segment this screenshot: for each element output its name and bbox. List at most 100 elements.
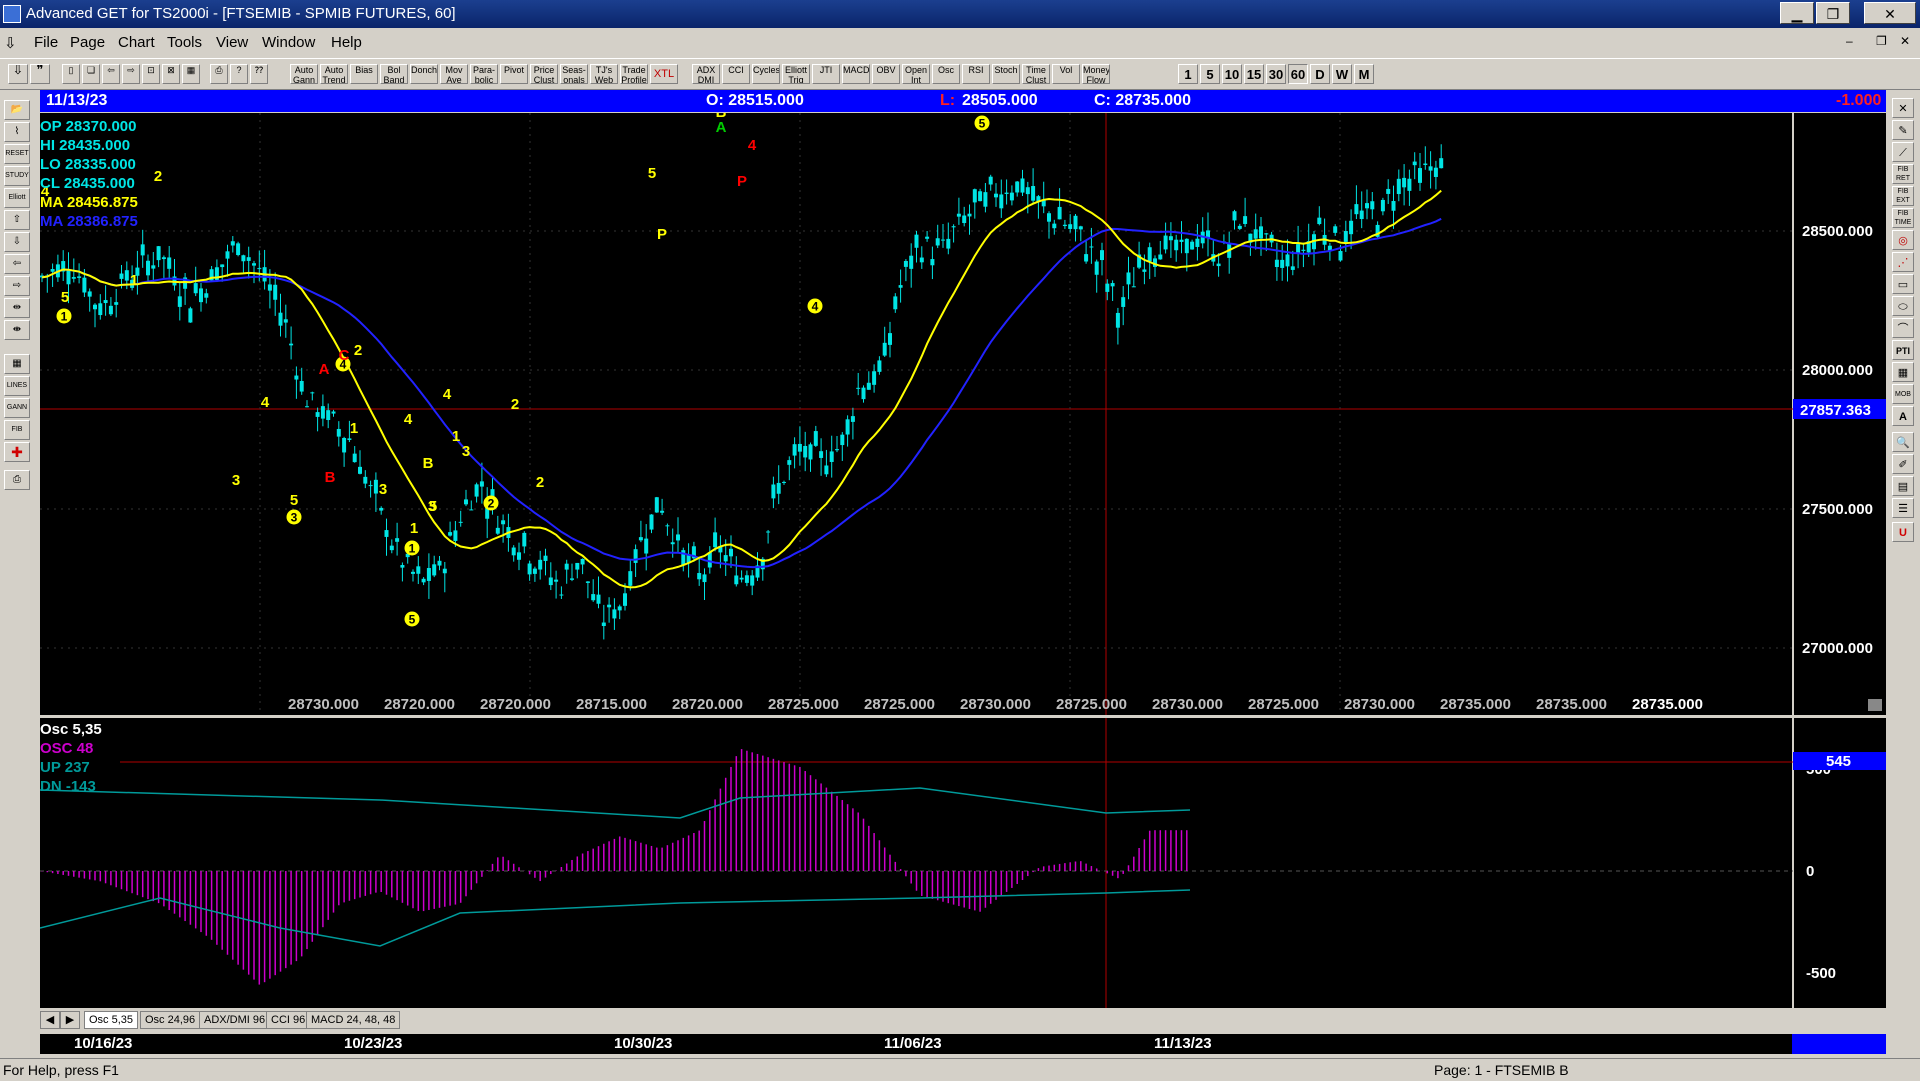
pti-icon[interactable]: PTI xyxy=(1892,340,1914,360)
u-icon[interactable]: U xyxy=(1892,522,1914,542)
menu-view[interactable]: View xyxy=(216,34,248,51)
expand-icon[interactable]: ⊡ xyxy=(142,64,160,84)
mdi-minimize-button[interactable]: – xyxy=(1846,34,1853,48)
rsi-button[interactable]: RSI xyxy=(962,64,990,84)
seasonals-button[interactable]: Seas-onals xyxy=(560,64,588,84)
quote-icon[interactable]: ❞ xyxy=(30,64,50,84)
menu-page[interactable]: Page xyxy=(70,34,105,51)
bol-band-button[interactable]: Bol Band xyxy=(380,64,408,84)
timeframe-10[interactable]: 10 xyxy=(1222,64,1242,84)
tab-scroll-left[interactable]: ◀ xyxy=(40,1011,60,1029)
mdi-close-button[interactable]: ✕ xyxy=(1900,34,1910,48)
elliott-trig-button[interactable]: Elliott Trig xyxy=(782,64,810,84)
lines-icon[interactable]: LINES xyxy=(4,376,30,396)
timeframe-5[interactable]: 5 xyxy=(1200,64,1220,84)
arrow-icon[interactable]: ⇩ xyxy=(8,64,28,84)
text-icon[interactable]: A xyxy=(1892,406,1914,426)
price-clust-button[interactable]: Price Clust xyxy=(530,64,558,84)
fan-icon[interactable]: ⋰ xyxy=(1892,252,1914,272)
menu-tools[interactable]: Tools xyxy=(167,34,202,51)
tjs-web-button[interactable]: TJ's Web xyxy=(590,64,618,84)
cycles-button[interactable]: Cycles xyxy=(752,64,780,84)
tab-adx-dmi-96[interactable]: ADX/DMI 96 xyxy=(199,1011,271,1029)
menu-help[interactable]: Help xyxy=(331,34,362,51)
back-icon[interactable]: ⇦ xyxy=(102,64,120,84)
money-flow-button[interactable]: Money Flow xyxy=(1082,64,1110,84)
circle-icon[interactable]: ◎ xyxy=(1892,230,1914,250)
help-pointer-icon[interactable]: ⁇ xyxy=(250,64,268,84)
xtl-button[interactable]: XTL xyxy=(650,64,678,84)
reset-icon[interactable]: RESET xyxy=(4,144,30,164)
timeframe-60[interactable]: 60 xyxy=(1288,64,1308,84)
forward-icon[interactable]: ⇨ xyxy=(122,64,140,84)
box-icon[interactable]: ▭ xyxy=(1892,274,1914,294)
bias-button[interactable]: Bias xyxy=(350,64,378,84)
help-icon[interactable]: ? xyxy=(230,64,248,84)
tab-osc-24-96[interactable]: Osc 24,96 xyxy=(140,1011,201,1029)
print-icon[interactable]: ⎙ xyxy=(4,470,30,490)
zoom-in-icon[interactable]: ⇹ xyxy=(4,298,30,318)
tab-cci-96[interactable]: CCI 96 xyxy=(266,1011,311,1029)
auto-trend-button[interactable]: Auto Trend xyxy=(320,64,348,84)
oscillator-pane[interactable]: 500 0 -500 545 Osc 5,35 OSC 48 UP 237 DN… xyxy=(39,718,1886,1008)
timeframe-1[interactable]: 1 xyxy=(1178,64,1198,84)
pivot-button[interactable]: Pivot xyxy=(500,64,528,84)
zoom-out-icon[interactable]: ⇼ xyxy=(4,320,30,340)
fib-ext-icon[interactable]: FIB EXT xyxy=(1892,186,1914,206)
mdi-restore-button[interactable]: ❐ xyxy=(1876,34,1887,48)
menu-window[interactable]: Window xyxy=(262,34,315,51)
jti-button[interactable]: JTI xyxy=(812,64,840,84)
fib-time-icon[interactable]: FIB TIME xyxy=(1892,208,1914,228)
down-icon[interactable]: ⇩ xyxy=(4,232,30,252)
menu-file[interactable]: File xyxy=(34,34,58,51)
mob-icon[interactable]: MOB xyxy=(1892,384,1914,404)
timeframe-15[interactable]: 15 xyxy=(1244,64,1264,84)
pivot-icon[interactable]: ⌇ xyxy=(4,122,30,142)
open-icon[interactable]: 📂 xyxy=(4,100,30,120)
tab-scroll-right[interactable]: ▶ xyxy=(60,1011,80,1029)
zoom-icon[interactable]: 🔍 xyxy=(1892,432,1914,452)
table-icon[interactable]: ▤ xyxy=(1892,476,1914,496)
donch-button[interactable]: Donch xyxy=(410,64,438,84)
stoch-button[interactable]: Stoch xyxy=(992,64,1020,84)
close-drawing-icon[interactable]: ✕ xyxy=(1892,98,1914,118)
grid-icon[interactable]: ▦ xyxy=(4,354,30,374)
tab-osc-5-35[interactable]: Osc 5,35 xyxy=(84,1011,139,1029)
parabolic-button[interactable]: Para-bolic xyxy=(470,64,498,84)
up-icon[interactable]: ⇧ xyxy=(4,210,30,230)
price-chart[interactable]: 1341253454512345BAC21341B53412235PBA4P 2… xyxy=(40,93,1886,716)
right-icon[interactable]: ⇨ xyxy=(4,276,30,296)
cross-icon[interactable]: ✚ xyxy=(4,442,30,462)
copy-icon[interactable]: ❏ xyxy=(82,64,100,84)
arc-icon[interactable]: ⌒ xyxy=(1892,318,1914,338)
elliott-icon[interactable]: Elliott xyxy=(4,188,30,208)
cci-button[interactable]: CCI xyxy=(722,64,750,84)
minimize-button[interactable]: ▁ xyxy=(1780,2,1814,24)
line-icon[interactable]: ⟋ xyxy=(1892,142,1914,162)
grid-icon[interactable]: ▦ xyxy=(182,64,200,84)
pencil-icon[interactable]: ✎ xyxy=(1892,120,1914,140)
adx-dmi-button[interactable]: ADX DMI xyxy=(692,64,720,84)
grid-tool-icon[interactable]: ▦ xyxy=(1892,362,1914,382)
ellipse-icon[interactable]: ⬭ xyxy=(1892,296,1914,316)
study-icon[interactable]: STUDY xyxy=(4,166,30,186)
new-page-icon[interactable]: ▯ xyxy=(62,64,80,84)
osc-button[interactable]: Osc xyxy=(932,64,960,84)
eraser-icon[interactable]: ✐ xyxy=(1892,454,1914,474)
gann-icon[interactable]: GANN xyxy=(4,398,30,418)
delete-icon[interactable]: ⊠ xyxy=(162,64,180,84)
mov-ave-button[interactable]: Mov Ave xyxy=(440,64,468,84)
fib-icon[interactable]: FIB xyxy=(4,420,30,440)
menu-chart[interactable]: Chart xyxy=(118,34,155,51)
list-icon[interactable]: ☰ xyxy=(1892,498,1914,518)
trade-profile-button[interactable]: Trade Profile xyxy=(620,64,648,84)
print-icon[interactable]: ⎙ xyxy=(210,64,228,84)
timeframe-m[interactable]: M xyxy=(1354,64,1374,84)
vol-button[interactable]: Vol xyxy=(1052,64,1080,84)
tab-macd[interactable]: MACD 24, 48, 48 xyxy=(306,1011,401,1029)
auto-gann-button[interactable]: Auto Gann xyxy=(290,64,318,84)
timeframe-30[interactable]: 30 xyxy=(1266,64,1286,84)
left-icon[interactable]: ⇦ xyxy=(4,254,30,274)
timeframe-d[interactable]: D xyxy=(1310,64,1330,84)
obv-button[interactable]: OBV xyxy=(872,64,900,84)
